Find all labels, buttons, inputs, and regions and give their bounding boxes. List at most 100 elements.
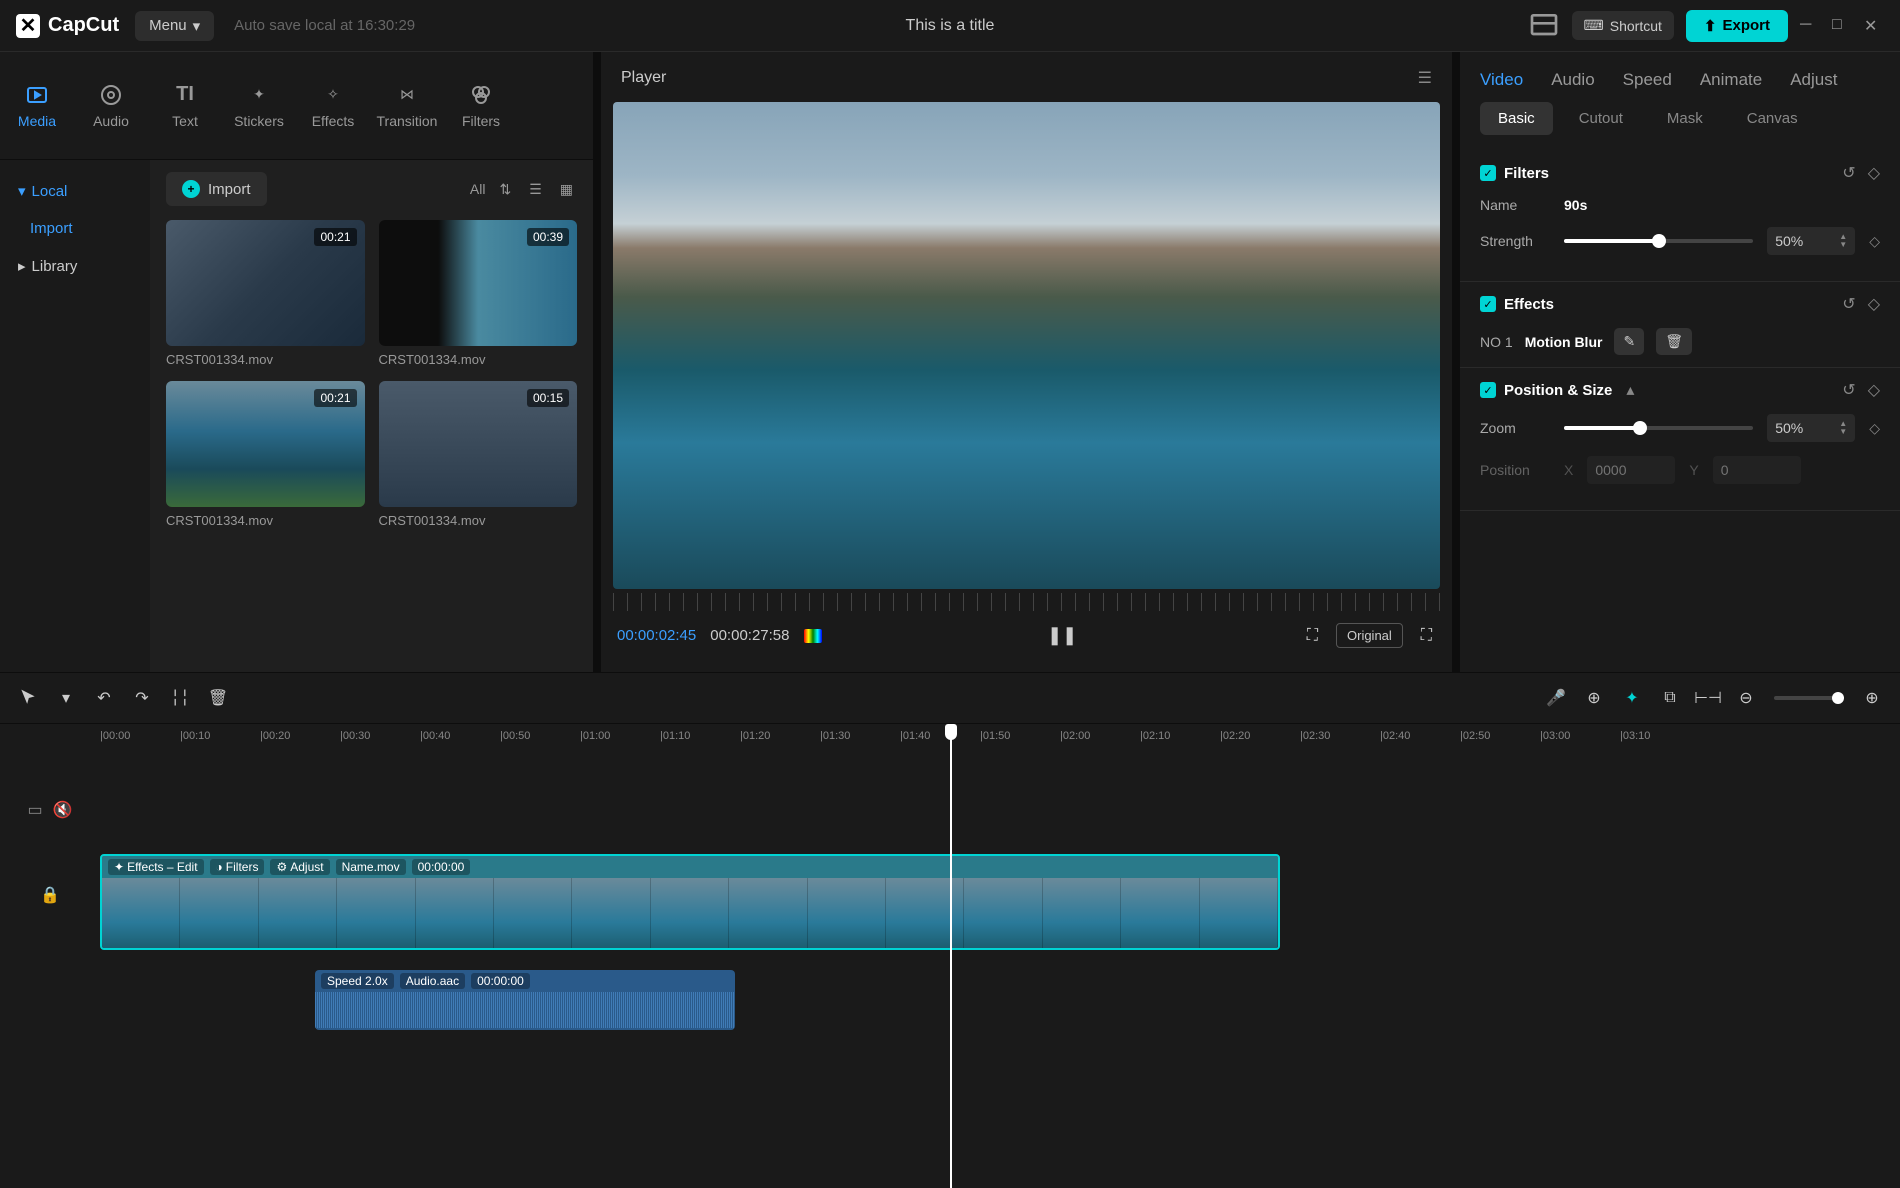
pos-x-input[interactable]: 0000 [1587, 456, 1675, 484]
transition-icon: ⋈ [395, 83, 419, 107]
project-title[interactable]: This is a title [906, 17, 995, 35]
clip-time: 00:00:00 [412, 859, 471, 875]
collapse-icon[interactable]: ▴ [1626, 380, 1634, 400]
strength-input[interactable]: 50%▲▼ [1767, 227, 1855, 255]
layout-icon[interactable] [1528, 10, 1560, 42]
reset-icon[interactable]: ↺ [1842, 294, 1855, 314]
export-button[interactable]: ⬆ Export [1686, 10, 1788, 42]
media-panel: + Import All ⇅ ☰ ▦ 00:21CRST001334.mov 0… [150, 160, 593, 672]
strength-slider[interactable] [1564, 239, 1753, 243]
original-button[interactable]: Original [1336, 623, 1403, 648]
keyframe-icon[interactable]: ◇ [1869, 420, 1880, 437]
sidebar-library[interactable]: ▸Library [0, 247, 150, 285]
close-button[interactable]: ✕ [1864, 16, 1884, 36]
subtab-basic[interactable]: Basic [1480, 102, 1553, 135]
clip-name: Name.mov [336, 859, 406, 875]
mute-icon[interactable]: 🔇 [53, 800, 73, 820]
position-section: ✓ Position & Size ▴ ↺◇ Zoom 50%▲▼ ◇ Posi… [1460, 368, 1900, 511]
caret-down-icon: ▾ [18, 182, 26, 200]
list-view-icon[interactable]: ☰ [525, 177, 546, 202]
keyframe-icon[interactable]: ◇ [1869, 233, 1880, 250]
menu-button[interactable]: Menu ▾ [135, 11, 214, 41]
zoom-slider[interactable] [1564, 426, 1753, 430]
logo-icon: ✕ [16, 14, 40, 38]
import-button[interactable]: + Import [166, 172, 267, 206]
edit-effect-button[interactable]: ✎ [1614, 328, 1644, 355]
keyframe-icon[interactable]: ◇ [1868, 294, 1880, 314]
scopes-icon[interactable] [804, 629, 822, 643]
grid-view-icon[interactable]: ▦ [556, 177, 577, 202]
delete-button[interactable]: 🗑 [208, 688, 228, 708]
rp-tab-speed[interactable]: Speed [1623, 70, 1672, 90]
effects-checkbox[interactable]: ✓ [1480, 296, 1496, 312]
player-menu-icon[interactable]: ☰ [1418, 68, 1432, 88]
select-dropdown[interactable]: ▾ [56, 688, 76, 708]
audio-clip[interactable]: Speed 2.0x Audio.aac 00:00:00 [315, 970, 735, 1030]
tab-stickers[interactable]: ✦Stickers [222, 52, 296, 159]
fullscreen-icon[interactable]: ⛶ [1417, 623, 1436, 649]
rp-tab-audio[interactable]: Audio [1551, 70, 1594, 90]
filters-checkbox[interactable]: ✓ [1480, 165, 1496, 181]
rp-tab-adjust[interactable]: Adjust [1790, 70, 1837, 90]
reset-icon[interactable]: ↺ [1842, 380, 1855, 400]
pos-y-input[interactable]: 0 [1713, 456, 1801, 484]
stickers-icon: ✦ [247, 83, 271, 107]
tab-audio[interactable]: Audio [74, 52, 148, 159]
shortcut-button[interactable]: ⌨ Shortcut [1572, 11, 1674, 40]
app-name: CapCut [48, 14, 119, 37]
undo-button[interactable]: ↶ [94, 688, 114, 708]
media-item[interactable]: 00:39CRST001334.mov [379, 220, 578, 367]
video-track-icon[interactable]: ▭ [27, 800, 42, 820]
capture-icon[interactable]: ⛶ [1303, 623, 1322, 649]
link-icon[interactable]: ⊕ [1584, 688, 1604, 708]
split-button[interactable]: ╎╎ [170, 688, 190, 708]
reset-icon[interactable]: ↺ [1842, 163, 1855, 183]
keyframe-icon[interactable]: ◇ [1868, 163, 1880, 183]
filter-all[interactable]: All [470, 181, 486, 197]
zoom-input[interactable]: 50%▲▼ [1767, 414, 1855, 442]
maximize-button[interactable]: □ [1832, 16, 1852, 36]
rp-tab-video[interactable]: Video [1480, 70, 1523, 90]
lock-icon[interactable]: 🔒 [40, 885, 60, 905]
delete-effect-button[interactable]: 🗑 [1656, 328, 1692, 355]
mic-icon[interactable]: 🎤 [1546, 688, 1566, 708]
play-pause-button[interactable]: ❚❚ [1043, 621, 1081, 650]
app-logo: ✕ CapCut [16, 14, 119, 38]
media-item[interactable]: 00:21CRST001334.mov [166, 381, 365, 528]
video-clip[interactable]: ✦ Effects – Edit ◑ Filters ⚙ Adjust Name… [100, 854, 1280, 950]
tab-text[interactable]: TIText [148, 52, 222, 159]
player-panel: Player ☰ 00:00:02:45 00:00:27:58 ❚❚ ⛶ Or… [601, 52, 1452, 672]
position-checkbox[interactable]: ✓ [1480, 382, 1496, 398]
rp-tab-animate[interactable]: Animate [1700, 70, 1762, 90]
align-icon[interactable]: ⊢⊣ [1698, 688, 1718, 708]
media-sidebar: ▾Local Import ▸Library [0, 160, 150, 672]
zoom-in-icon[interactable]: ⊕ [1862, 688, 1882, 708]
media-item[interactable]: 00:21CRST001334.mov [166, 220, 365, 367]
player-ruler[interactable] [613, 593, 1440, 611]
snap-icon[interactable]: ✦ [1622, 688, 1642, 708]
subtab-canvas[interactable]: Canvas [1729, 102, 1816, 135]
chain-icon[interactable]: ⧉ [1660, 688, 1680, 708]
titlebar: ✕ CapCut Menu ▾ Auto save local at 16:30… [0, 0, 1900, 52]
tab-effects[interactable]: ✧Effects [296, 52, 370, 159]
zoom-slider[interactable] [1774, 696, 1844, 700]
tab-media[interactable]: Media [0, 52, 74, 159]
subtab-cutout[interactable]: Cutout [1561, 102, 1641, 135]
subtab-mask[interactable]: Mask [1649, 102, 1721, 135]
tab-filters[interactable]: Filters [444, 52, 518, 159]
sort-icon[interactable]: ⇅ [495, 177, 515, 202]
keyframe-icon[interactable]: ◇ [1868, 380, 1880, 400]
sidebar-local[interactable]: ▾Local [0, 172, 150, 210]
sidebar-import[interactable]: Import [0, 210, 150, 247]
media-item[interactable]: 00:15CRST001334.mov [379, 381, 578, 528]
current-time: 00:00:02:45 [617, 627, 696, 644]
zoom-out-icon[interactable]: ⊖ [1736, 688, 1756, 708]
redo-button[interactable]: ↷ [132, 688, 152, 708]
playhead[interactable] [950, 724, 952, 1188]
minimize-button[interactable]: ─ [1800, 16, 1820, 36]
timeline-ruler[interactable]: |00:00|00:10|00:20|00:30|00:40|00:50|01:… [100, 724, 1900, 748]
tab-transition[interactable]: ⋈Transition [370, 52, 444, 159]
video-preview[interactable] [613, 102, 1440, 589]
select-tool[interactable] [18, 688, 38, 708]
audio-track-head: 🔒 [0, 860, 100, 930]
